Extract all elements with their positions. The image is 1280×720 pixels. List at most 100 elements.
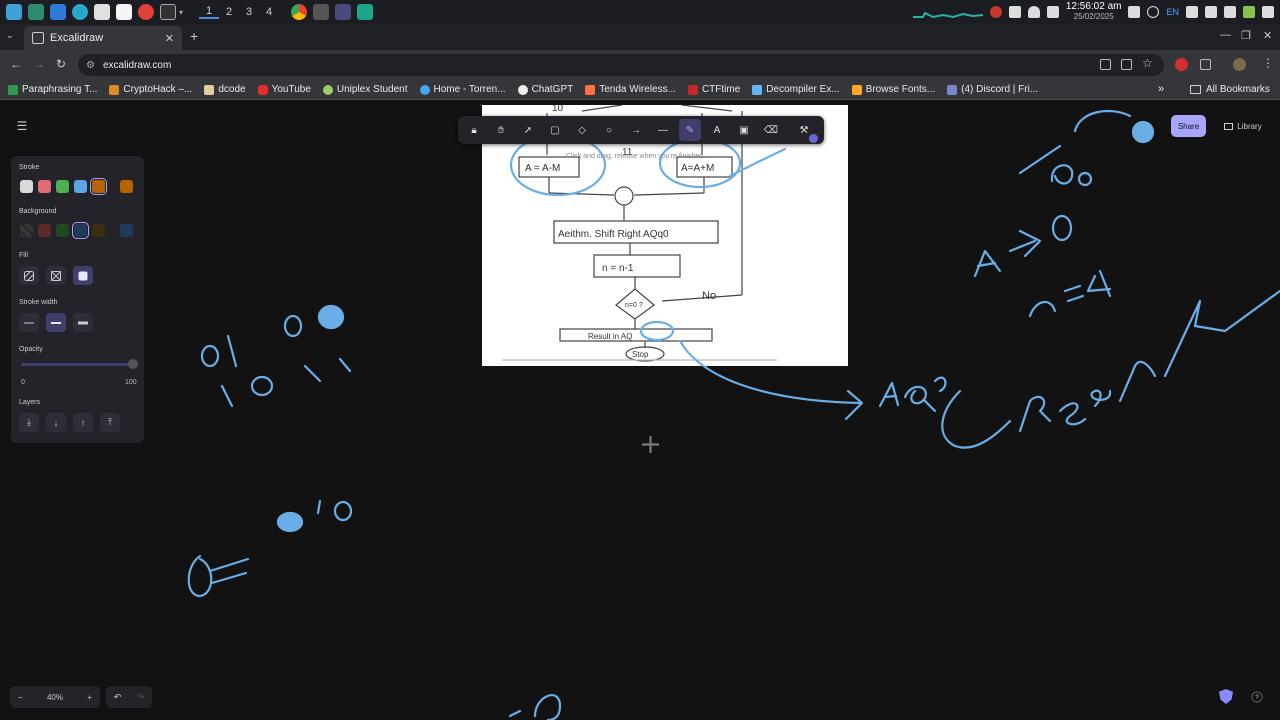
bookmark-star-icon[interactable]: ☆ [1142, 56, 1153, 70]
library-button[interactable]: Library [1215, 116, 1271, 136]
back-icon[interactable]: ← [10, 57, 22, 71]
bell-icon[interactable] [1027, 6, 1040, 18]
handwriting[interactable] [187, 554, 213, 598]
text-tool-icon[interactable]: A [706, 119, 728, 141]
bookmark-item[interactable]: Tenda Wireless... [585, 84, 676, 95]
handwriting[interactable] [508, 694, 562, 720]
handwriting[interactable] [1077, 171, 1093, 187]
workspace-4[interactable]: 4 [259, 6, 279, 18]
battery-icon[interactable] [1046, 6, 1059, 18]
forward-icon[interactable]: → [33, 57, 45, 71]
eraser-tool-icon[interactable]: ⌫ [760, 119, 782, 141]
bring-to-front-button[interactable]: ⤒ [100, 413, 120, 432]
help-icon[interactable]: ? [1251, 691, 1263, 703]
lock-icon[interactable] [1128, 6, 1141, 18]
tab-search-icon[interactable]: ⌄ [6, 30, 14, 41]
volume-icon[interactable] [1008, 6, 1021, 18]
lock-tool-icon[interactable]: 🔒︎ [463, 119, 485, 141]
bookmarks-overflow-icon[interactable]: » [1158, 83, 1164, 95]
keyboard-layout[interactable]: EN [1166, 7, 1179, 17]
handwriting[interactable] [1008, 229, 1042, 258]
annotation-dot[interactable] [276, 511, 304, 533]
fill-hachure-button[interactable] [19, 266, 39, 285]
bookmark-item[interactable]: Uniplex Student [322, 84, 408, 95]
background-swatch-yellow[interactable] [92, 224, 105, 237]
handwriting-result[interactable] [1090, 389, 1112, 408]
image-tool-icon[interactable]: ▣ [733, 119, 755, 141]
app-icon[interactable] [335, 4, 351, 20]
opacity-slider-thumb[interactable] [128, 359, 138, 369]
annotation-circle[interactable] [639, 320, 675, 342]
send-to-back-button[interactable]: ⤓ [19, 413, 39, 432]
files-icon[interactable] [94, 4, 110, 20]
all-bookmarks-button[interactable]: All Bookmarks [1190, 84, 1270, 95]
handwriting[interactable] [200, 344, 220, 368]
background-swatch-red[interactable] [38, 224, 51, 237]
handwriting-result[interactable] [1058, 402, 1087, 426]
handwriting[interactable] [250, 375, 274, 397]
handwriting[interactable] [878, 381, 900, 408]
bookmark-item[interactable]: Home - Torren... [419, 84, 506, 95]
more-menu-icon[interactable]: ⋮ [1262, 56, 1274, 70]
bring-forward-button[interactable]: ↑ [73, 413, 93, 432]
handwriting[interactable] [303, 357, 352, 383]
handwriting-result[interactable] [1118, 360, 1157, 403]
app-icon[interactable] [357, 4, 373, 20]
annotation-dot[interactable] [1131, 120, 1155, 144]
handwriting-result[interactable] [1018, 395, 1052, 433]
firefox-icon[interactable] [138, 4, 154, 20]
handwriting-result[interactable] [941, 389, 1012, 449]
minimize-icon[interactable]: — [1220, 29, 1231, 41]
handwriting-aq0[interactable] [1018, 144, 1074, 185]
handwriting[interactable] [226, 334, 238, 368]
reload-icon[interactable]: ↻ [56, 57, 66, 71]
annotation-circle[interactable] [509, 133, 607, 197]
app-icon[interactable] [28, 4, 44, 20]
chrome-icon[interactable] [291, 4, 307, 20]
selection-tool-icon[interactable]: ➚ [517, 119, 539, 141]
terminal-icon[interactable] [160, 4, 176, 20]
hand-tool-icon[interactable]: ✋︎ [490, 119, 512, 141]
bookmark-item[interactable]: (4) Discord | Fri... [947, 84, 1038, 95]
stroke-swatch-red[interactable] [38, 180, 51, 193]
screen-icon[interactable] [1224, 6, 1236, 18]
reader-icon[interactable] [1100, 59, 1111, 70]
handwriting[interactable] [1086, 269, 1112, 298]
workspace-1[interactable]: 1 [199, 5, 219, 19]
background-swatch-green[interactable] [56, 224, 69, 237]
background-swatch-blue[interactable] [72, 222, 89, 239]
undo-icon[interactable]: ↶ [114, 692, 122, 703]
bookmark-item[interactable]: ChatGPT [517, 84, 573, 95]
wifi-icon[interactable] [1186, 6, 1198, 18]
background-swatch-transparent[interactable] [20, 224, 33, 237]
line-tool-icon[interactable]: — [652, 119, 674, 141]
stroke-swatch-white[interactable] [20, 180, 33, 193]
install-icon[interactable] [1121, 59, 1132, 70]
settings-icon[interactable] [1262, 6, 1274, 18]
record-icon[interactable] [989, 6, 1002, 18]
handwriting-result[interactable] [1163, 289, 1280, 378]
annotation-dot[interactable] [317, 304, 345, 330]
bookmark-item[interactable]: YouTube [257, 84, 311, 95]
annotation-arrow[interactable] [678, 339, 862, 405]
app-launcher-icon[interactable] [6, 4, 22, 20]
bookmark-item[interactable]: Browse Fonts... [851, 84, 935, 95]
stroke-width-extra-bold-button[interactable] [73, 313, 93, 332]
handwriting[interactable] [933, 376, 947, 393]
browser-tab[interactable]: Excalidraw ✕ [24, 26, 182, 50]
bookmark-item[interactable]: Paraphrasing T... [8, 84, 97, 95]
chevron-down-icon[interactable]: ▾ [179, 8, 191, 17]
send-backward-button[interactable]: ↓ [46, 413, 66, 432]
handwriting[interactable] [1051, 214, 1073, 242]
handwriting[interactable] [283, 314, 303, 338]
zoom-level[interactable]: 40% [47, 693, 63, 702]
workspace-2[interactable]: 2 [219, 6, 239, 18]
diamond-tool-icon[interactable]: ◇ [571, 119, 593, 141]
arrow-tool-icon[interactable]: → [625, 119, 647, 141]
share-button[interactable]: Share [1171, 115, 1206, 137]
handwriting[interactable] [333, 500, 353, 522]
extensions-puzzle-icon[interactable] [1200, 59, 1211, 70]
annotation-stroke[interactable] [728, 147, 787, 178]
handwriting[interactable] [1063, 284, 1085, 303]
rectangle-tool-icon[interactable]: ▢ [544, 119, 566, 141]
